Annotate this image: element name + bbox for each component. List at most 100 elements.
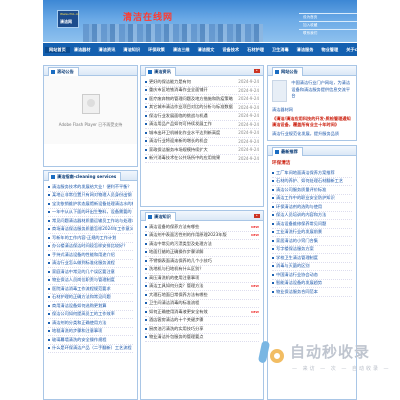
list-item-title[interactable]: 家庭清洁中常见的几个误区要注意 <box>52 269 133 275</box>
nav-item[interactable]: 卫生消毒 <box>268 47 293 53</box>
list-item-title[interactable]: 大理石地面日常保养方法有哪些 <box>149 292 259 298</box>
list-item-title[interactable]: 洗地机与扫地机有什么区别？ <box>149 266 259 272</box>
nav-item[interactable]: 环保政策 <box>144 47 169 53</box>
list-item[interactable]: 大理石地面日常保养方法有哪些 <box>145 291 259 300</box>
nav-item[interactable]: 物业管理 <box>317 47 342 53</box>
list-item-title[interactable]: 清洁剂的分类和正确使用方法 <box>52 320 133 326</box>
list-item-title[interactable]: 清洁服务技术的发展给大业！便利不平衡？ <box>52 184 133 190</box>
nav-item[interactable]: 网站首页 <box>45 46 70 53</box>
list-item-title[interactable]: 不锈钢表面清洁保养的几个小技巧 <box>149 258 259 264</box>
nav-item[interactable]: 设备技术 <box>218 47 243 53</box>
list-item[interactable]: 清洁用品产品如何可持续发展工作 2024-9-24 <box>145 121 259 129</box>
list-item-title[interactable]: 清洁中常见的污渍类型及处理方法 <box>149 241 259 247</box>
nav-item[interactable]: 清洁器材 <box>70 47 95 53</box>
list-item[interactable]: 清洁中常见的污渍类型及处理方法 <box>145 240 259 249</box>
recommend-line[interactable]: 清洁器材网 <box>268 106 356 115</box>
set-homepage-link[interactable]: 设为首页 <box>303 15 317 20</box>
list-item-title[interactable]: 宝沈依销维护状态展馆新设备处理清洁水的程序 <box>52 201 133 207</box>
list-item-title[interactable]: 其它城市清洁作业项目对比的分析与标准数据 <box>149 104 236 110</box>
list-item-title[interactable]: 物业保洁人员岗位职责与管理制度 <box>52 277 133 283</box>
list-item-title[interactable]: 清洁工具如何分类？管理方法 <box>149 283 250 289</box>
list-item[interactable]: 清洁行业怎么做到标准化服务流程 <box>48 260 133 268</box>
list-item-title[interactable]: 医疗废弃物的管理问题及地方措施和防疫策略 <box>149 96 236 102</box>
list-item-title[interactable]: 智能清洁设备的发展趋势 <box>276 280 352 286</box>
list-item[interactable]: 家庭清洁中常见的几个误区要注意 <box>48 268 133 277</box>
list-item[interactable]: 酒店客房清洁的十个关键步骤 <box>145 317 259 325</box>
list-item[interactable]: 更好的保洁能力是有何 2024-9-24 <box>145 78 259 87</box>
list-item-title[interactable]: 某地让非常位置只有网对物理人员身份出钢 <box>52 192 133 198</box>
nav-item[interactable]: 清洁知识 <box>119 47 144 53</box>
list-item-title[interactable]: 地面打蜡的正确操作步骤详解 <box>149 249 259 255</box>
list-item-title[interactable]: 清洁设备维修保养常见问题 <box>276 221 352 227</box>
list-item[interactable]: 中国清洁行业协会动态 <box>272 271 352 280</box>
list-item-title[interactable]: 写新年的工作内容-正规的工作计划 <box>52 235 133 241</box>
list-item-title[interactable]: 医院清洁消毒工作流程规范要求 <box>52 286 133 292</box>
list-item-title[interactable]: 消毒与灭菌的区别 <box>276 263 352 269</box>
list-item-title[interactable]: 地毯清洗的步骤和注意事项 <box>52 328 133 334</box>
list-item-title[interactable]: 商场清洁保洁服务质量怎样2024年工作意义和处境 <box>52 226 133 232</box>
list-item[interactable]: 玻璃幕墙清洗的安全操作规程 <box>48 336 133 345</box>
list-item-title[interactable]: 清洁行业将迎来新的增长的机会 <box>149 138 236 144</box>
contact-link[interactable]: 联系我们 <box>303 31 317 36</box>
list-item-title[interactable]: 如何正确使用消毒液更安全有效 <box>149 309 250 315</box>
list-item[interactable]: 宝沈依销维护状态展馆新设备处理清洁水的程序 <box>48 200 133 209</box>
list-item-title[interactable]: 中国清洁行业协会动态 <box>276 272 352 278</box>
list-item[interactable]: 消毒与灭菌的区别 <box>272 263 352 271</box>
list-item[interactable]: 如何正确使用消毒液更安全有效 NEW <box>145 308 259 317</box>
nav-item[interactable]: 清洁图文 <box>194 47 219 53</box>
list-item-title[interactable]: 新兴消毒技术在公共场所中的应用效果 <box>149 155 236 161</box>
nav-item[interactable]: 清洁服务 <box>293 47 318 53</box>
list-item[interactable]: 清洁剂中表面活性剂的作用原理2023年版 NEW <box>145 232 259 240</box>
list-item[interactable]: 地面打蜡的正确操作步骤详解 <box>145 249 259 257</box>
nav-item[interactable]: 关于clean120 <box>342 47 380 53</box>
list-item[interactable]: 保洁公司如何提高员工的工作效率 <box>48 311 133 319</box>
list-item[interactable]: 清洁服务技术的发展给大业！便利不平衡？ <box>48 183 133 192</box>
list-item-title[interactable]: 厨房油污清洗的实用技巧分享 <box>149 326 259 332</box>
list-item[interactable]: 重庆市区地铁消毒作业全面铺开 2024-9-24 <box>145 87 259 95</box>
list-item[interactable]: 石材的养护、如何处理石材翻新工艺 <box>272 178 352 186</box>
list-item-title[interactable]: 家政保洁服务市场规模持续扩大 <box>149 147 236 153</box>
list-item[interactable]: 其它城市清洁作业项目对比的分析与标准数据 2024-9-24 <box>145 104 259 112</box>
nav-item[interactable]: 清洁三维 <box>169 47 194 53</box>
list-item-title[interactable]: 清洁剂中表面活性剂的作用原理2023年版 <box>149 232 250 238</box>
nav-item[interactable]: 清洁资讯 <box>95 47 120 53</box>
list-item[interactable]: 高压清洗机的使用注意事项 <box>145 274 259 283</box>
list-item[interactable]: 家政保洁服务市场规模持续扩大 2024-9-24 <box>145 146 259 155</box>
list-item[interactable]: 学校卫生清洁管理制度 <box>272 254 352 263</box>
list-item[interactable]: 某地让非常位置只有网对物理人员身份出钢 <box>48 192 133 200</box>
list-item[interactable]: 清洁公司服务质量评价标准 <box>272 186 352 195</box>
list-item[interactable]: 手持式清洁设备的性能和用途介绍 <box>48 251 133 260</box>
list-item-title[interactable]: 工业清洗行业的发展前景 <box>276 229 352 235</box>
list-item[interactable]: 家居清洁的小窍门合集 <box>272 237 352 246</box>
list-item[interactable]: 城市出环卫机械化作业水平达到新高度 2024-9-24 <box>145 129 259 138</box>
list-item[interactable]: 清洁行业将迎来新的增长的机会 2024-9-24 <box>145 138 259 146</box>
list-item-title[interactable]: 保洁人员培训的内容和方法 <box>276 212 352 218</box>
list-item[interactable]: 环保清洁剂的选购与使用 <box>272 203 352 212</box>
list-item-title[interactable]: 卫生间清洁消毒的标准流程 <box>149 300 259 306</box>
list-item-title[interactable]: 常见问题清洁器材质量运输员工作站与处理水 <box>52 218 133 224</box>
list-item-title[interactable]: 物业清洁外包服务的管理要点 <box>149 334 259 340</box>
list-item-title[interactable]: 石材的养护、如何处理石材翻新工艺 <box>276 178 352 184</box>
list-item-title[interactable]: 清洁用品产品如何可持续发展工作 <box>149 121 236 127</box>
more-icon[interactable]: ▸ <box>254 69 260 73</box>
list-item[interactable]: 医院清洁消毒工作流程规范要求 <box>48 285 133 294</box>
list-item[interactable]: 清洁设备的保养方法有哪些 NEW <box>145 223 259 232</box>
list-item-title[interactable]: 更好的保洁能力是有何 <box>149 79 236 85</box>
list-item[interactable]: 商场清洁保洁服务质量怎样2024年工作意义和处境 <box>48 226 133 234</box>
list-item[interactable]: 一年中从从下面的环出生整料，设备需要的 <box>48 209 133 217</box>
list-item-title[interactable]: 保洁公司如何提高员工的工作效率 <box>52 311 133 317</box>
list-item-title[interactable]: 什么是环保清洁产品（二手翻新）工艺流程 <box>52 345 133 351</box>
list-item-title[interactable]: 一年中从从下面的环出生整料，设备需要的 <box>52 209 133 215</box>
list-item-title[interactable]: 清洁设备的保养方法有哪些 <box>149 224 250 230</box>
list-item[interactable]: 商用清洁设备如何选购更划算 <box>48 302 133 311</box>
list-item-title[interactable]: 商用清洁设备如何选购更划算 <box>52 303 133 309</box>
list-item[interactable]: 不锈钢表面清洁保养的几个小技巧 <box>145 257 259 266</box>
list-item[interactable]: 物业清洁外包服务的管理要点 <box>145 334 259 342</box>
recommend-highlight[interactable]: 《清洁/清洁应用科技的开发-质检管理通知清洁设备，覆盖所有业主十年时间》 <box>268 115 356 130</box>
list-item-title[interactable]: 手持式清洁设备的性能和用途介绍 <box>52 252 133 258</box>
list-item-title[interactable]: 家居清洁的小窍门合集 <box>276 238 352 244</box>
list-item-title[interactable]: 清洁行业怎么做到标准化服务流程 <box>52 260 133 266</box>
list-item-title[interactable]: 物业保洁服务合同范本 <box>276 289 352 295</box>
list-item[interactable]: 厨房油污清洗的实用技巧分享 <box>145 325 259 334</box>
list-item-title[interactable]: 保洁行业发展面临的挑战与机遇 <box>149 113 236 119</box>
